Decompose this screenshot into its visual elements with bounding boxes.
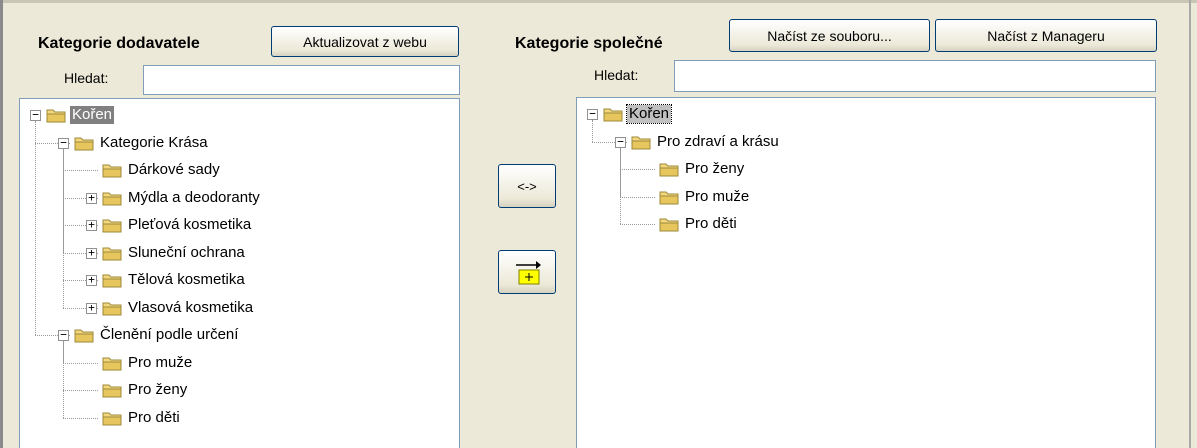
- tree-node[interactable]: Pro muže: [102, 352, 194, 374]
- folder-icon: [659, 216, 679, 232]
- update-from-web-button[interactable]: Aktualizovat z webu: [271, 26, 459, 57]
- folder-icon: [102, 162, 122, 178]
- tree-node[interactable]: Mýdla a deodoranty: [102, 187, 262, 209]
- tree-node[interactable]: Kořen: [46, 104, 115, 126]
- tree-node-label: Tělová kosmetika: [128, 271, 245, 288]
- collapse-icon[interactable]: −: [587, 108, 598, 120]
- tree-connector-line: [63, 170, 98, 171]
- tree-node-label: Kořen: [70, 106, 115, 124]
- folder-icon: [659, 161, 679, 177]
- right-search-label: Hledat:: [594, 67, 639, 83]
- right-search-input[interactable]: [674, 60, 1156, 92]
- tree-connector-line: [620, 169, 655, 170]
- load-from-manager-button[interactable]: Načíst z Manageru: [935, 19, 1157, 52]
- folder-icon: [74, 327, 94, 343]
- window-top-border: [0, 0, 1197, 3]
- tree-node[interactable]: Členění podle určení: [74, 324, 240, 346]
- tree-node[interactable]: Tělová kosmetika: [102, 269, 247, 291]
- expand-icon[interactable]: +: [86, 247, 97, 259]
- expand-icon[interactable]: +: [86, 302, 97, 314]
- tree-connector-line: [592, 120, 593, 142]
- folder-icon: [74, 135, 94, 151]
- tree-connector-line: [63, 362, 98, 364]
- folder-icon: [102, 355, 122, 371]
- supplier-categories-title: Kategorie dodavatele: [38, 35, 200, 52]
- folder-icon: [102, 245, 122, 261]
- expand-icon[interactable]: +: [86, 219, 97, 231]
- tree-node-label: Pro muže: [128, 353, 193, 371]
- tree-node[interactable]: Pro ženy: [659, 158, 746, 180]
- tree-node[interactable]: Pro děti: [102, 407, 182, 429]
- supplier-category-tree[interactable]: − Kořen − Kategorie Krása Dárkové sady + Mýdla…: [19, 98, 460, 448]
- common-category-tree[interactable]: − Kořen − Pro zdraví a krásu Pro ženy Pro muž…: [576, 97, 1156, 448]
- folder-icon: [102, 272, 122, 288]
- tree-connector-line: [620, 196, 655, 198]
- tree-node-label: Sluneční ochrana: [128, 243, 245, 261]
- tree-connector-line: [35, 121, 36, 335]
- tree-node-label: Pro zdraví a krásu: [657, 132, 779, 150]
- tree-connector-line: [63, 390, 98, 391]
- collapse-icon[interactable]: −: [58, 137, 69, 149]
- tree-node[interactable]: Pro ženy: [102, 379, 189, 401]
- tree-node[interactable]: Dárkové sady: [102, 159, 222, 181]
- common-categories-title: Kategorie společné: [515, 35, 663, 52]
- tree-node[interactable]: Pro děti: [659, 213, 739, 235]
- folder-icon: [102, 382, 122, 398]
- folder-icon: [102, 190, 122, 206]
- left-search-input[interactable]: [143, 65, 460, 95]
- tree-node[interactable]: Kořen: [603, 103, 673, 125]
- left-search-label: Hledat:: [64, 70, 109, 86]
- swap-button[interactable]: <->: [498, 164, 556, 208]
- tree-node[interactable]: Vlasová kosmetika: [102, 297, 255, 319]
- expand-icon[interactable]: +: [86, 192, 97, 204]
- tree-node-label: Pro děti: [128, 408, 180, 426]
- tree-node[interactable]: Kategorie Krása: [74, 132, 210, 154]
- window-left-border: [0, 0, 3, 448]
- collapse-icon[interactable]: −: [58, 329, 69, 341]
- collapse-icon[interactable]: −: [615, 136, 626, 148]
- folder-icon: [603, 106, 623, 122]
- tree-connector-line: [63, 148, 64, 308]
- tree-node[interactable]: Pleťová kosmetika: [102, 214, 253, 236]
- arrow-into-folder-icon: [516, 261, 541, 285]
- collapse-icon[interactable]: −: [30, 109, 41, 121]
- folder-icon: [102, 300, 122, 316]
- expand-icon[interactable]: +: [86, 274, 97, 286]
- tree-node-label: Dárkové sady: [128, 161, 220, 178]
- tree-node-label: Kořen: [625, 104, 673, 124]
- load-from-file-button[interactable]: Načíst ze souboru...: [729, 19, 930, 52]
- tree-connector-line: [620, 224, 655, 225]
- tree-connector-line: [620, 147, 621, 224]
- tree-node-label: Kategorie Krása: [100, 133, 208, 151]
- tree-node-label: Pro děti: [685, 215, 737, 232]
- tree-node[interactable]: Sluneční ochrana: [102, 242, 247, 264]
- tree-node-label: Pleťová kosmetika: [128, 216, 252, 233]
- folder-icon: [102, 410, 122, 426]
- tree-node[interactable]: Pro muže: [659, 186, 751, 208]
- folder-icon: [659, 189, 679, 205]
- tree-node-label: Mýdla a deodoranty: [128, 188, 260, 206]
- tree-node-label: Vlasová kosmetika: [128, 298, 254, 316]
- folder-icon: [102, 217, 122, 233]
- tree-connector-line: [63, 341, 64, 418]
- move-to-category-button[interactable]: [498, 250, 556, 294]
- tree-node-label: Pro muže: [685, 187, 750, 205]
- folder-icon: [631, 134, 651, 150]
- tree-node-label: Pro ženy: [128, 381, 188, 398]
- tree-node-label: Členění podle určení: [100, 326, 239, 343]
- folder-icon: [46, 107, 66, 123]
- tree-node[interactable]: Pro zdraví a krásu: [631, 131, 781, 153]
- window-right-border: [1189, 0, 1191, 448]
- tree-connector-line: [63, 417, 98, 419]
- tree-node-label: Pro ženy: [685, 160, 745, 177]
